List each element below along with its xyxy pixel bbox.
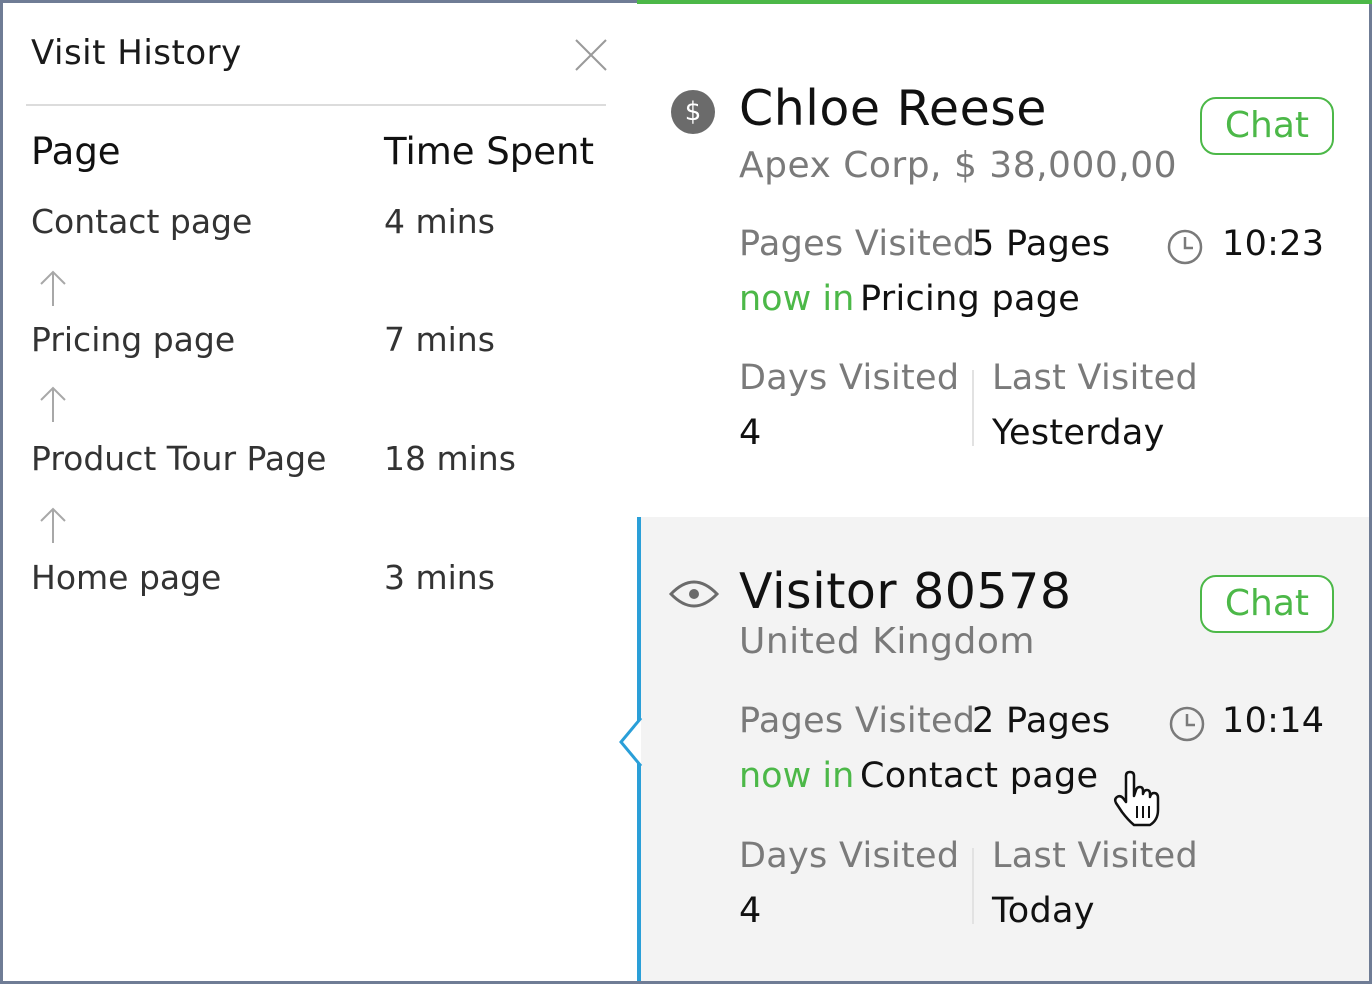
visitor-subtitle: United Kingdom (739, 621, 1035, 662)
pages-visited-value: 5 Pages (972, 224, 1111, 264)
clock-icon (1166, 228, 1204, 266)
arrow-up-icon (38, 505, 68, 545)
close-button[interactable] (570, 34, 612, 76)
history-row-page: Home page (31, 558, 222, 597)
chat-button[interactable]: Chat (1200, 575, 1334, 633)
days-visited-value: 4 (739, 891, 762, 931)
close-icon (575, 39, 607, 71)
selection-pointer (617, 718, 643, 766)
now-in-label: now in (739, 279, 855, 319)
history-row-time: 3 mins (384, 558, 495, 597)
visit-time: 10:23 (1222, 224, 1325, 264)
pages-visited-value: 2 Pages (972, 701, 1111, 741)
current-page: Pricing page (860, 279, 1081, 319)
days-visited-value: 4 (739, 413, 762, 453)
days-visited-label: Days Visited (739, 836, 960, 876)
now-in-label: now in (739, 756, 855, 796)
stat-divider (972, 370, 974, 446)
last-visited-label: Last Visited (992, 836, 1198, 876)
arrow-up-icon (38, 268, 68, 308)
visitor-name[interactable]: Chloe Reese (739, 80, 1047, 137)
history-row-time: 7 mins (384, 320, 495, 359)
visitor-name[interactable]: Visitor 80578 (739, 563, 1072, 620)
history-divider (26, 104, 606, 106)
visit-time: 10:14 (1222, 701, 1325, 741)
visitor-subtitle: Apex Corp, $ 38,000,00 (739, 145, 1178, 186)
current-page: Contact page (860, 756, 1099, 796)
stat-divider (972, 848, 974, 924)
days-visited-label: Days Visited (739, 358, 960, 398)
arrow-up-icon (38, 384, 68, 424)
pages-visited-label: Pages Visited (739, 701, 976, 741)
history-row-page: Contact page (31, 202, 253, 241)
history-row-time: 4 mins (384, 202, 495, 241)
visit-history-title: Visit History (31, 33, 242, 73)
pages-visited-label: Pages Visited (739, 224, 976, 264)
hand-cursor-icon (1112, 770, 1164, 828)
clock-icon (1168, 705, 1206, 743)
history-row-page: Pricing page (31, 320, 236, 359)
history-row-page: Product Tour Page (31, 439, 327, 478)
last-visited-label: Last Visited (992, 358, 1198, 398)
last-visited-value: Yesterday (992, 413, 1165, 453)
chat-button[interactable]: Chat (1200, 97, 1334, 155)
last-visited-value: Today (992, 891, 1095, 931)
dollar-icon: $ (671, 90, 715, 134)
column-header-time-spent: Time Spent (384, 130, 595, 173)
eye-icon (668, 576, 720, 612)
card-highlight-bar (637, 0, 1372, 4)
history-row-time: 18 mins (384, 439, 516, 478)
column-header-page: Page (31, 130, 121, 173)
